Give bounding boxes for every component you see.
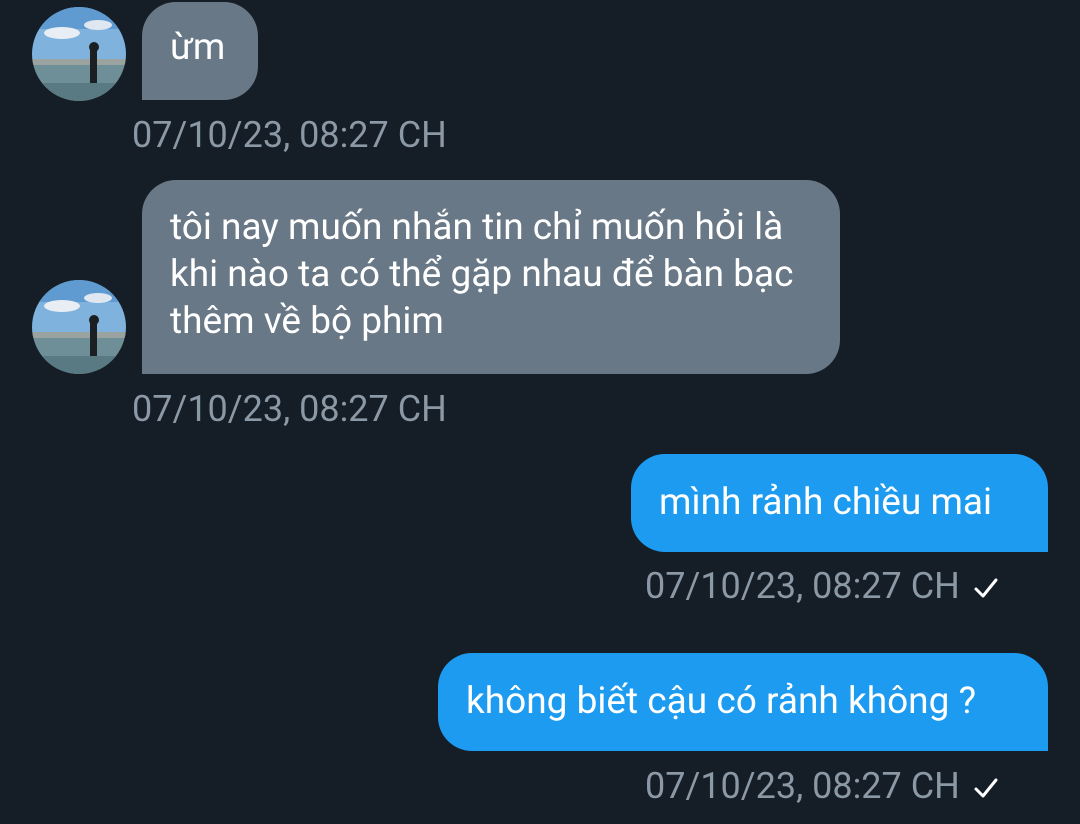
message-timestamp: 07/10/23, 08:27 CH bbox=[645, 566, 1000, 610]
message-bubble-outgoing[interactable]: không biết cậu có rảnh không ? bbox=[438, 653, 1048, 751]
avatar[interactable] bbox=[32, 280, 126, 374]
timestamp-text: 07/10/23, 08:27 CH bbox=[645, 765, 960, 807]
message-bubble-incoming[interactable]: ừm bbox=[142, 2, 258, 100]
message-timestamp: 07/10/23, 08:27 CH bbox=[132, 115, 447, 155]
avatar-photo bbox=[32, 280, 126, 374]
message-bubble-incoming[interactable]: tôi nay muốn nhắn tin chỉ muốn hỏi là kh… bbox=[142, 180, 840, 374]
message-text: tôi nay muốn nhắn tin chỉ muốn hỏi là kh… bbox=[170, 206, 794, 343]
message-timestamp: 07/10/23, 08:27 CH bbox=[645, 766, 1000, 810]
message-text: ừm bbox=[170, 26, 226, 69]
avatar[interactable] bbox=[32, 7, 126, 101]
avatar-photo bbox=[32, 7, 126, 101]
timestamp-text: 07/10/23, 08:27 CH bbox=[645, 565, 960, 607]
message-timestamp: 07/10/23, 08:27 CH bbox=[132, 389, 447, 429]
message-text: không biết cậu có rảnh không ? bbox=[466, 680, 977, 723]
message-text: mình rảnh chiều mai bbox=[659, 481, 993, 524]
timestamp-text: 07/10/23, 08:27 CH bbox=[132, 114, 447, 156]
check-icon bbox=[972, 570, 1000, 610]
message-bubble-outgoing[interactable]: mình rảnh chiều mai bbox=[631, 454, 1048, 552]
timestamp-text: 07/10/23, 08:27 CH bbox=[132, 388, 447, 430]
check-icon bbox=[972, 770, 1000, 810]
